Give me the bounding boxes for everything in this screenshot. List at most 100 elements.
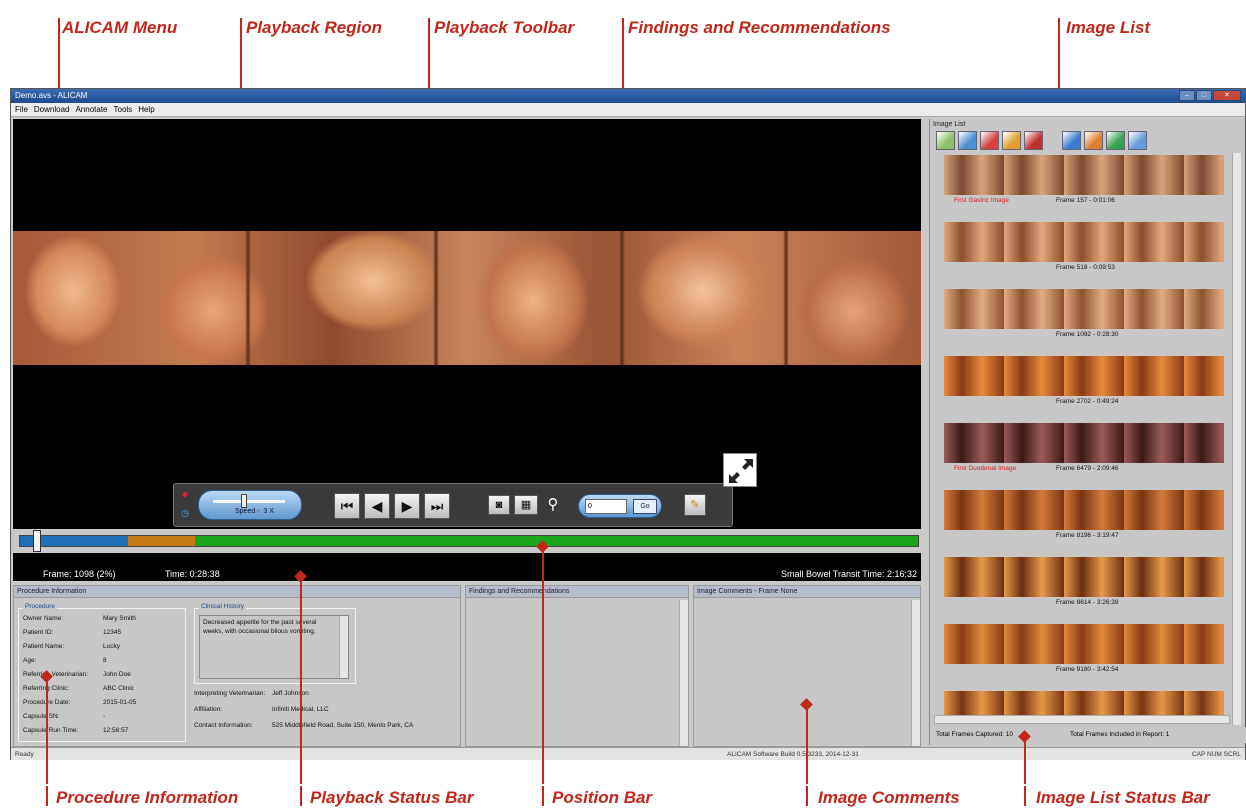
procedure-field-value: 2015-01-05 (103, 699, 137, 706)
skip-back-button[interactable]: ⏮ (334, 493, 360, 519)
contact-value: 525 Middlefield Road, Suite 150, Menlo P… (272, 722, 414, 729)
image-list-item[interactable]: Frame 8196 - 3:19:47 (944, 490, 1224, 542)
frame-label: Frame 518 - 0:09:53 (1056, 264, 1115, 271)
thumbnail-caption: Frame 518 - 0:09:53 (944, 262, 1224, 274)
playback-region[interactable]: ⬥ ◷ Speed - 3 X ⏮ ◀ ▶ ⏭ ◙ ▦ ⚲ Go ✎ (13, 119, 921, 567)
grid-icon[interactable]: ▦ (514, 495, 538, 515)
leader-line (58, 36, 60, 96)
interpreting-vet-value: Jeff Johnson (272, 690, 309, 697)
image-list-item[interactable]: Frame 518 - 0:09:53 (944, 222, 1224, 274)
scrollbar[interactable] (911, 600, 920, 746)
procedure-field-value: - (103, 713, 106, 720)
window-title: Demo.avs - ALICAM (15, 91, 88, 100)
callout-tick (622, 18, 624, 36)
image-list-item[interactable]: Frame 9180 - 3:42:54 (944, 624, 1224, 676)
landmark-tag: First Duodenal Image (954, 465, 1017, 472)
landmark-tag: First Gastric Image (954, 197, 1009, 204)
menu-annotate[interactable]: Annotate (75, 103, 107, 116)
findings-textarea[interactable] (468, 600, 678, 744)
position-bar[interactable] (13, 529, 921, 553)
image-comments-textarea[interactable] (696, 600, 910, 744)
speed-slider[interactable]: Speed - 3 X (198, 490, 302, 520)
goto-frame-input[interactable] (585, 499, 627, 514)
image-list-item[interactable]: Frame 8614 - 3:26:39 (944, 557, 1224, 609)
position-bar-track[interactable] (19, 535, 919, 547)
procedure-field-value: Mary Smith (103, 615, 136, 622)
leader-line (806, 704, 808, 784)
panel-title: Image Comments - Frame None (694, 586, 920, 598)
thumbnail-caption: Frame 1092 - 0:28:30 (944, 329, 1224, 341)
fullscreen-button[interactable] (723, 453, 757, 487)
frame-label: Frame 2702 - 0:49:24 (1056, 398, 1119, 405)
maximize-button[interactable]: □ (1196, 90, 1212, 101)
speed-slider-thumb[interactable] (241, 494, 247, 508)
delete-icon[interactable] (1024, 131, 1043, 150)
step-forward-button[interactable]: ⏭ (424, 493, 450, 519)
menu-download[interactable]: Download (34, 103, 70, 116)
go-button[interactable]: Go (633, 499, 657, 514)
position-bar-segment (127, 536, 196, 546)
image-list-toolbar (936, 131, 1147, 151)
scrollbar[interactable] (679, 600, 688, 746)
callout-tick (300, 786, 302, 806)
clinical-history-textarea[interactable]: Decreased appetite for the past several … (199, 615, 349, 679)
image-list-item[interactable]: Frame 1092 - 0:28:30 (944, 289, 1224, 341)
thumbnail-caption: Frame 8196 - 3:19:47 (944, 530, 1224, 542)
image-list-thumbnails[interactable]: First Gastric Image Frame 157 - 0:01:06 Fr… (936, 155, 1228, 721)
frame-label: Frame 8614 - 3:26:39 (1056, 599, 1119, 606)
thumbnail-caption: First Gastric Image Frame 157 - 0:01:06 (944, 195, 1224, 207)
close-button[interactable]: ✕ (1213, 90, 1241, 101)
first-gastric-icon[interactable] (1062, 131, 1081, 150)
frame-label: Frame 157 - 0:01:06 (1056, 197, 1115, 204)
image-list-item[interactable]: First Gastric Image Frame 157 - 0:01:06 (944, 155, 1224, 207)
transit-time-readout: Small Bowel Transit Time: 2:16:32 (780, 569, 917, 579)
export-icon[interactable] (1002, 131, 1021, 150)
image-list-item[interactable]: Frame 2702 - 0:49:24 (944, 356, 1224, 408)
exclude-icon[interactable] (980, 131, 999, 150)
camera-icon[interactable]: ◙ (488, 495, 510, 515)
frame-thumbnail (944, 557, 1224, 597)
settings-icon[interactable] (1128, 131, 1147, 150)
horizontal-scrollbar[interactable] (934, 715, 1230, 724)
alicam-window: Demo.avs - ALICAM – □ ✕ File Download An… (10, 88, 1246, 760)
duodenal-icon[interactable] (1084, 131, 1103, 150)
colon-icon[interactable] (1106, 131, 1125, 150)
callout-tick (806, 786, 808, 806)
callout-position-bar: Position Bar (552, 788, 653, 807)
callout-alicam-menu: ALICAM Menu (62, 18, 178, 37)
procedure-field-label: Owner Name: (23, 615, 64, 622)
pencil-icon[interactable]: ✎ (684, 494, 706, 516)
position-bar-segment (195, 536, 918, 546)
magnifier-icon[interactable]: ⚲ (542, 493, 564, 517)
image-list-status-bar: Total Frames Captured: 10 Total Frames I… (930, 727, 1246, 743)
play-reverse-button[interactable]: ◀ (364, 493, 390, 519)
select-all-icon[interactable] (936, 131, 955, 150)
callout-playback-status-bar: Playback Status Bar (310, 788, 474, 807)
callout-image-list-status-bar: Image List Status Bar (1036, 788, 1210, 807)
marker-icon[interactable]: ⬥ (178, 487, 192, 501)
frame-thumbnail (944, 222, 1224, 262)
minimize-button[interactable]: – (1179, 90, 1195, 101)
time-readout: Time: 0:28:38 (165, 569, 220, 579)
menu-tools[interactable]: Tools (114, 103, 133, 116)
speed-value: 3 X (263, 508, 274, 515)
include-icon[interactable] (958, 131, 977, 150)
play-button[interactable]: ▶ (394, 493, 420, 519)
callout-findings: Findings and Recommendations (628, 18, 891, 37)
image-list-item[interactable]: First Duodenal Image Frame 6479 - 2:09:46 (944, 423, 1224, 475)
procedure-field-value: 12345 (103, 629, 122, 636)
keyboard-indicators: CAP NUM SCRL (1191, 751, 1241, 758)
menu-file[interactable]: File (15, 103, 28, 116)
callout-tick (542, 786, 544, 806)
scrollbar[interactable] (1232, 153, 1241, 725)
procedure-field-value: 12:58:57 (103, 727, 129, 734)
callout-tick (1024, 786, 1026, 806)
procedure-field-value: 8 (103, 657, 107, 664)
scrollbar[interactable] (339, 616, 348, 678)
menu-help[interactable]: Help (138, 103, 154, 116)
contact-label: Contact Information: (194, 722, 253, 729)
playback-status-bar: Frame: 1098 (2%) Time: 0:28:38 Small Bow… (13, 567, 921, 581)
frame-thumbnail (944, 624, 1224, 664)
position-bar-thumb[interactable] (33, 530, 41, 552)
clock-icon[interactable]: ◷ (178, 506, 192, 520)
